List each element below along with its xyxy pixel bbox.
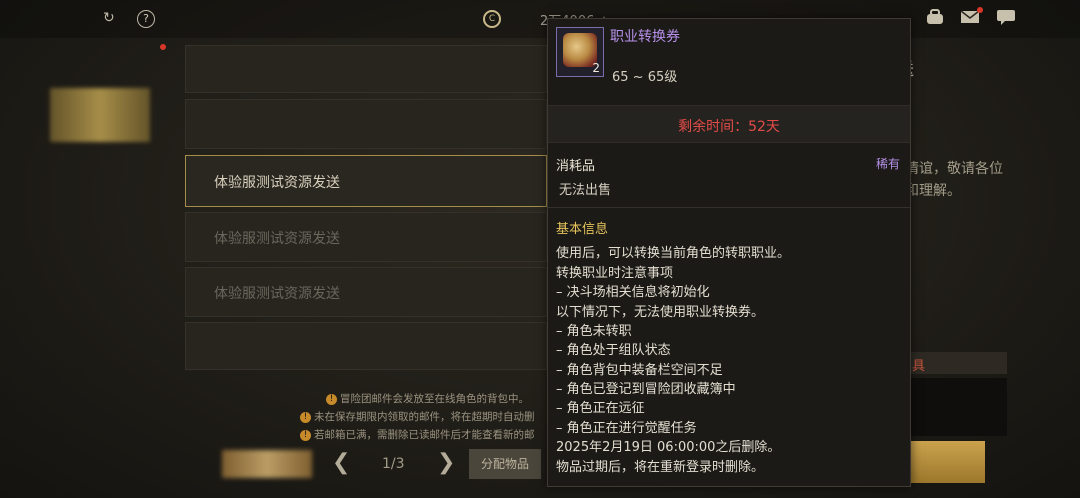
left-category-tab[interactable] xyxy=(50,88,150,142)
mail-list-item[interactable] xyxy=(185,99,547,149)
help-icon[interactable]: ? xyxy=(137,10,155,28)
mail-detail-text: 和理解。 xyxy=(905,183,961,199)
remaining-time-bar: 剩余时间：52天 xyxy=(548,105,910,143)
description-line: – 角色未转职 xyxy=(556,324,632,339)
mail-detail-text: 情谊，敬请各位 xyxy=(905,161,1003,177)
mail-list-item[interactable]: 体验服测试资源发送 xyxy=(185,212,547,262)
description-line: – 角色正在远征 xyxy=(556,401,645,416)
mail-title: 体验服测试资源发送 xyxy=(214,231,340,247)
mail-title: 体验服测试资源发送 xyxy=(214,175,340,191)
divider xyxy=(548,207,910,208)
description-line: – 角色背包中装备栏空间不足 xyxy=(556,363,723,378)
warning-icon: ! xyxy=(300,429,311,441)
item-count: 2 xyxy=(592,61,600,75)
description-line: 物品过期后，将在重新登录时删除。 xyxy=(556,460,765,475)
sell-status: 无法出售 xyxy=(559,183,612,198)
chat-icon[interactable] xyxy=(996,9,1016,25)
attachment-header: 具 xyxy=(908,352,1007,374)
mail-badge-dot xyxy=(977,7,983,13)
description-line: 转换职业时注意事项 xyxy=(556,266,674,281)
backpack-icon[interactable] xyxy=(925,9,945,25)
description-line: 以下情况下，无法使用职业转换券。 xyxy=(556,305,765,320)
mail-note: ! 未在保存期限内领取的邮件，将在超期时自动删 xyxy=(300,409,535,424)
warning-icon: ! xyxy=(300,411,311,423)
item-level-range: 65 ~ 65级 xyxy=(612,70,678,85)
item-tooltip: 2 职业转换券 65 ~ 65级 剩余时间：52天 消耗品 稀有 无法出售 基本… xyxy=(547,18,911,487)
mail-list-item-selected[interactable]: 体验服测试资源发送 xyxy=(185,155,547,207)
attachment-label: 具 xyxy=(912,359,926,374)
next-page-icon[interactable]: ❯ xyxy=(437,450,455,475)
remaining-time: 剩余时间：52天 xyxy=(678,119,780,135)
mail-list-item[interactable] xyxy=(185,322,547,370)
description-line: – 角色正在进行觉醒任务 xyxy=(556,421,697,436)
list-badge-dot xyxy=(160,44,166,50)
coin-icon: C xyxy=(483,10,501,28)
item-name: 职业转换券 xyxy=(610,29,680,45)
description-line: – 角色已登记到冒险团收藏簿中 xyxy=(556,382,736,397)
bottom-left-button[interactable] xyxy=(222,450,312,478)
item-slot: 2 xyxy=(556,27,604,77)
description-line: 使用后，可以转换当前角色的转职职业。 xyxy=(556,246,791,261)
allocate-items-button[interactable]: 分配物品 xyxy=(469,449,541,479)
description-line: 2025年2月19日 06:00:00之后删除。 xyxy=(556,440,781,455)
item-rarity: 稀有 xyxy=(875,157,900,171)
mail-list-item[interactable] xyxy=(185,45,547,93)
top-bar: ↻ ? C 2万4006 + xyxy=(0,0,1080,38)
page-indicator: 1/3 xyxy=(382,456,405,472)
description-line: – 角色处于组队状态 xyxy=(556,343,671,358)
item-category: 消耗品 xyxy=(556,159,596,174)
attachment-area xyxy=(908,378,1007,436)
mail-list-item[interactable]: 体验服测试资源发送 xyxy=(185,267,547,317)
warning-icon: ! xyxy=(326,393,337,405)
mail-note: ! 若邮箱已满，需删除已读邮件后才能查看新的邮 xyxy=(300,427,535,442)
refresh-icon[interactable]: ↻ xyxy=(103,10,115,26)
description-line: – 决斗场相关信息将初始化 xyxy=(556,285,710,300)
mail-note: ! 冒险团邮件会发放至在线角色的背包中。 xyxy=(326,391,529,406)
section-title: 基本信息 xyxy=(556,222,609,237)
mail-title: 体验服测试资源发送 xyxy=(214,286,340,302)
prev-page-icon[interactable]: ❮ xyxy=(332,450,350,475)
